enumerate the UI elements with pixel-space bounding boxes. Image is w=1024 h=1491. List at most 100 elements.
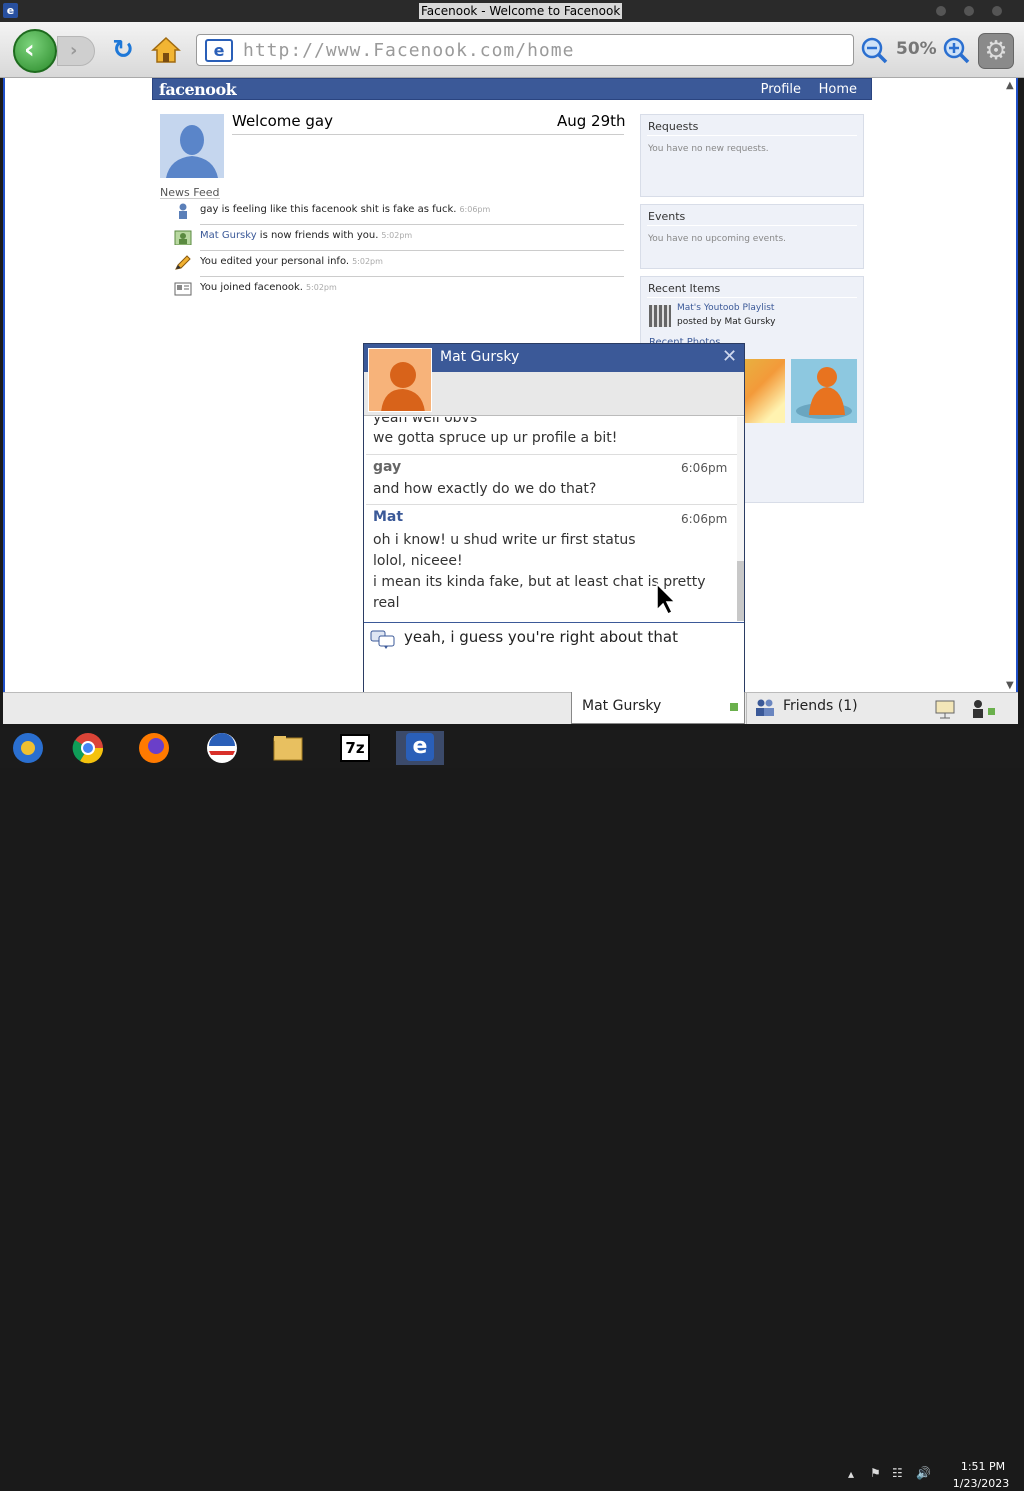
divider xyxy=(200,224,624,225)
start-button[interactable] xyxy=(4,731,52,765)
scroll-down-arrow[interactable]: ▼ xyxy=(1006,680,1014,691)
zoom-in-button[interactable] xyxy=(942,36,970,64)
minimize-button[interactable] xyxy=(936,6,946,16)
requests-text: You have no new requests. xyxy=(648,144,769,154)
message-time: 6:06pm xyxy=(681,461,728,475)
chat-input[interactable]: yeah, i guess you're right about that xyxy=(404,628,678,646)
events-title: Events xyxy=(648,210,686,223)
site-logo[interactable]: facenook xyxy=(159,80,237,99)
start-orb-icon xyxy=(13,733,43,763)
feed-item: You edited your personal info. 5:02pm xyxy=(174,253,626,279)
nav-home-link[interactable]: Home xyxy=(819,82,857,97)
friends-tab[interactable]: Friends (1) xyxy=(746,692,926,724)
message-line: and how exactly do we do that? xyxy=(373,481,597,497)
taskbar-browser[interactable]: e xyxy=(396,731,444,765)
system-tray: ▴ ⚑ ☷ 🔊 xyxy=(846,1461,946,1491)
film-strip-icon xyxy=(649,305,671,327)
friends-label: Friends (1) xyxy=(783,698,858,714)
photo-image xyxy=(791,359,857,423)
taskbar: 7z e ▴ ⚑ ☷ 🔊 1:51 PM 1/23/2023 xyxy=(0,728,1024,1490)
7zip-icon: 7z xyxy=(340,734,370,762)
taskbar-app[interactable] xyxy=(198,731,246,765)
person-icon xyxy=(179,203,187,219)
title-bar: e Facenook - Welcome to Facenook xyxy=(0,0,1024,22)
chat-input-area[interactable]: yeah, i guess you're right about that xyxy=(364,622,744,692)
logo-icon xyxy=(207,733,237,763)
home-button[interactable] xyxy=(151,35,181,65)
nav-profile-link[interactable]: Profile xyxy=(761,82,801,97)
feed-item: gay is feeling like this facenook shit i… xyxy=(174,201,626,227)
settings-button[interactable]: ⚙ xyxy=(978,33,1014,69)
firefox-icon xyxy=(139,733,169,763)
message-line: we gotta spruce up ur profile a bit! xyxy=(373,430,618,446)
chat-messages: yeah well obvs we gotta spruce up ur pro… xyxy=(364,417,744,621)
divider xyxy=(366,504,738,505)
back-button[interactable]: ‹ xyxy=(13,29,57,73)
clock-time[interactable]: 1:51 PM xyxy=(958,1460,1008,1473)
playlist-link[interactable]: Mat's Youtoob Playlist xyxy=(677,303,774,313)
taskbar-file-explorer[interactable] xyxy=(264,731,312,765)
zoom-in-icon xyxy=(943,37,970,64)
default-avatar-icon xyxy=(160,114,224,178)
taskbar-7zip[interactable]: 7z xyxy=(332,731,380,765)
folder-icon xyxy=(273,736,303,761)
feed-time: 5:02pm xyxy=(381,231,413,240)
chat-scrollbar[interactable] xyxy=(737,417,744,621)
scroll-up-arrow[interactable]: ▲ xyxy=(1006,80,1014,91)
events-box: Events You have no upcoming events. xyxy=(640,204,864,269)
divider xyxy=(232,134,624,135)
reload-button[interactable]: ↻ xyxy=(109,36,137,64)
user-avatar[interactable] xyxy=(160,114,224,178)
feed-text: You joined facenook. xyxy=(200,282,303,293)
gear-icon: ⚙ xyxy=(984,36,1008,66)
browser-logo-icon: e xyxy=(3,3,18,18)
address-bar[interactable]: e http://www.Facenook.com/home xyxy=(196,34,854,66)
speech-bubbles-icon xyxy=(370,630,395,649)
taskbar-chrome[interactable] xyxy=(64,731,112,765)
browser-toolbar: ‹ › ↻ e http://www.Facenook.com/home 50% xyxy=(0,22,1024,78)
message-line: lolol, niceee! xyxy=(373,553,463,569)
friend-link[interactable]: Mat Gursky xyxy=(200,230,257,241)
chevron-up-icon[interactable]: ▴ xyxy=(848,1467,854,1481)
scrollbar-thumb[interactable] xyxy=(737,561,744,621)
chat-tab[interactable]: Mat Gursky xyxy=(571,692,745,724)
mouse-cursor-icon xyxy=(656,582,677,616)
feed-text: gay is feeling like this facenook shit i… xyxy=(200,204,457,215)
playlist-author: posted by Mat Gursky xyxy=(677,317,776,327)
message-sender: gay xyxy=(373,459,402,475)
volume-icon[interactable]: 🔊 xyxy=(916,1466,931,1480)
welcome-heading: Welcome gay xyxy=(232,112,333,130)
zoom-level: 50% xyxy=(896,39,937,59)
divider xyxy=(647,297,857,298)
online-status-icon[interactable] xyxy=(968,698,998,720)
feed-text: You edited your personal info. xyxy=(200,256,350,267)
chat-window: Mat Gursky ✕ yeah well obvs we gotta spr… xyxy=(363,343,745,693)
requests-box: Requests You have no new requests. xyxy=(640,114,864,197)
notifications-icon[interactable] xyxy=(934,698,956,720)
feed-text: is now friends with you. xyxy=(256,230,379,241)
chat-avatar[interactable] xyxy=(368,348,432,412)
recent-items-title: Recent Items xyxy=(648,282,721,295)
taskbar-firefox[interactable] xyxy=(130,731,178,765)
photo-thumbnail[interactable] xyxy=(745,359,785,423)
divider xyxy=(647,135,857,136)
close-window-button[interactable] xyxy=(992,6,1002,16)
photo-thumbnail[interactable] xyxy=(791,359,857,423)
feed-item: Mat Gursky is now friends with you. 5:02p… xyxy=(174,227,626,253)
divider xyxy=(160,198,220,199)
flag-icon[interactable]: ⚑ xyxy=(870,1466,881,1480)
divider xyxy=(366,454,738,455)
chat-close-icon[interactable]: ✕ xyxy=(722,346,737,367)
zoom-out-button[interactable] xyxy=(860,36,888,64)
feed-item: You joined facenook. 5:02pm xyxy=(174,279,626,305)
url-text: http://www.Facenook.com/home xyxy=(243,40,575,61)
divider xyxy=(647,225,857,226)
home-icon xyxy=(151,36,181,63)
maximize-button[interactable] xyxy=(964,6,974,16)
network-icon[interactable]: ☷ xyxy=(892,1466,903,1480)
forward-button[interactable]: › xyxy=(57,36,95,66)
clock-date[interactable]: 1/23/2023 xyxy=(944,1477,1018,1490)
reload-icon: ↻ xyxy=(112,35,134,65)
message-line: oh i know! u shud write ur first status xyxy=(373,532,636,548)
divider xyxy=(200,250,624,251)
